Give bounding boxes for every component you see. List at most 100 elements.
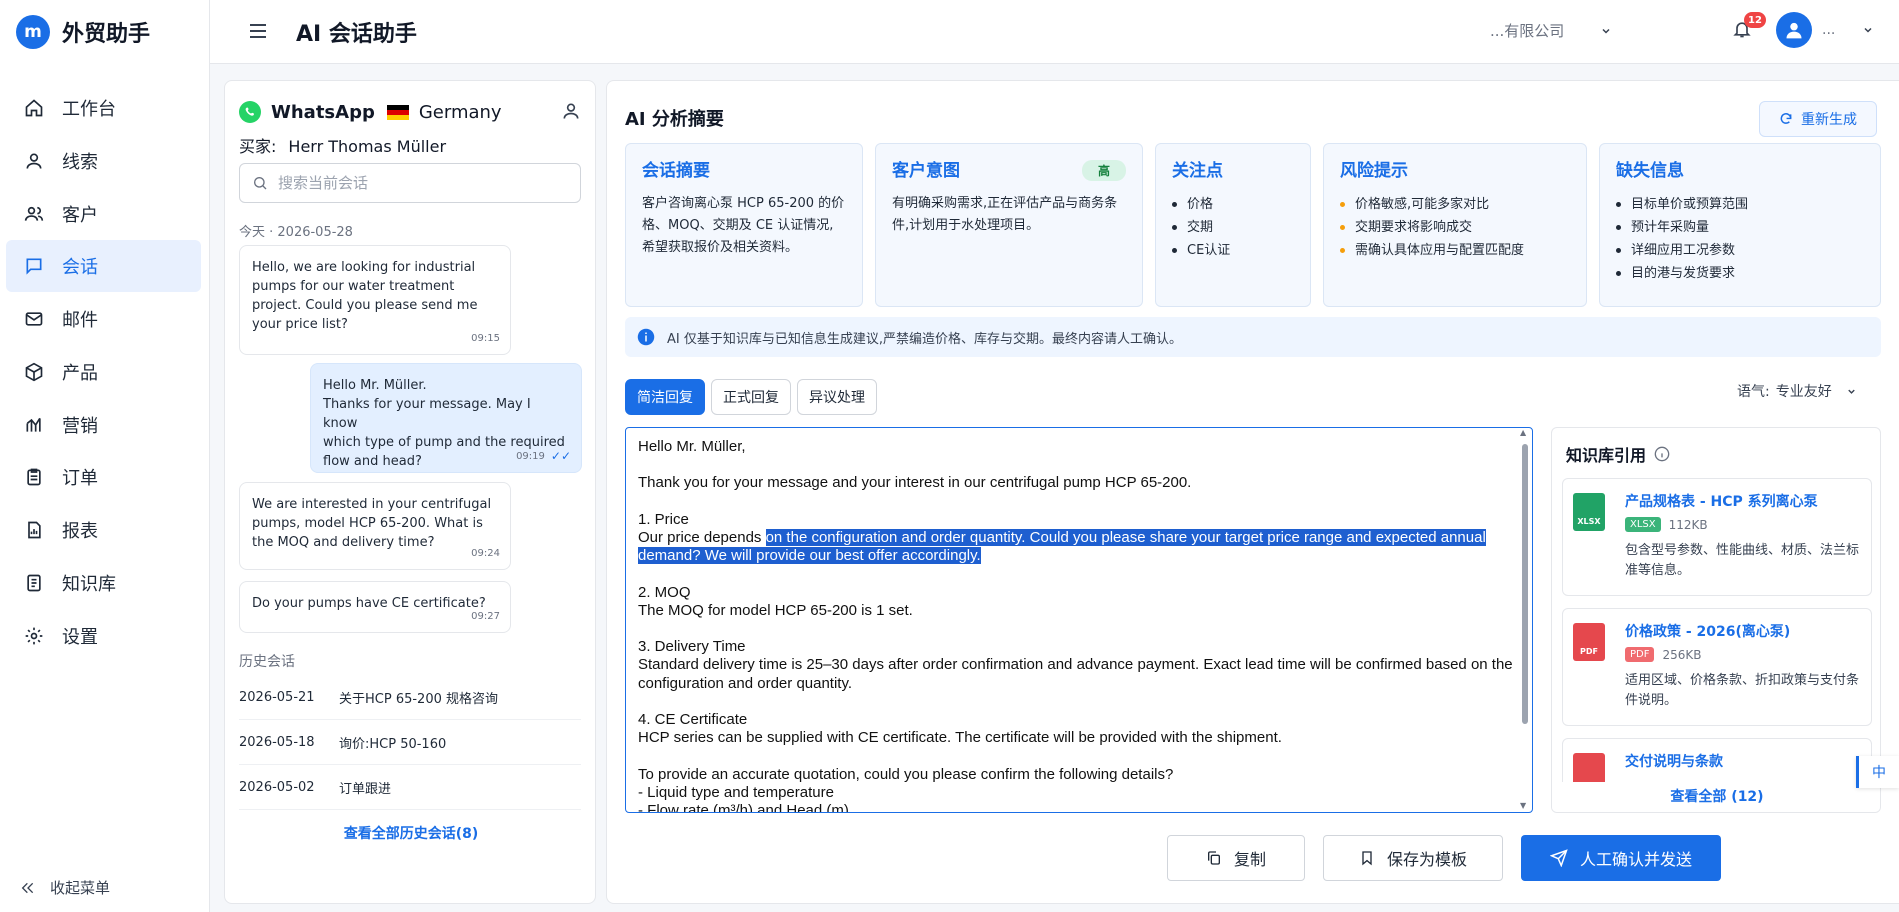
sidebar-item-label: 工作台 [62,99,116,120]
message-bubble-outgoing: Hello Mr. Müller. Thanks for your messag… [310,363,582,473]
sidebar-item-customers[interactable]: 客户 [6,188,201,240]
confirm-send-button[interactable]: 人工确认并发送 [1521,835,1721,881]
focus-card: 关注点 价格 交期 CE认证 [1155,143,1311,307]
history-date: 2026-05-21 [239,689,315,705]
knowledge-panel: 知识库引用 XLSX 产品规格表 - HCP 系列离心泵 XLSX 112KB … [1551,427,1881,813]
sidebar-item-settings[interactable]: 设置 [6,610,201,662]
menu-toggle-button[interactable] [248,22,268,44]
chevron-down-icon [1847,389,1855,394]
missing-item: 目标单价或预算范围 [1616,193,1864,216]
risk-item: 需确认具体应用与配置匹配度 [1340,239,1570,262]
sidebar-item-label: 设置 [62,627,98,648]
pdf-file-icon: PDF [1573,623,1605,661]
top-header: AI 会话助手 ...有限公司 12 ... [210,0,1899,64]
tone-selector[interactable]: 语气: 专业友好 [1737,381,1857,401]
sidebar-item-orders[interactable]: 订单 [6,451,201,503]
history-row[interactable]: 2026-05-02 订单跟进 [239,765,581,810]
copy-button[interactable]: 复制 [1167,835,1305,881]
person-icon [563,103,579,119]
sidebar-item-knowledge[interactable]: 知识库 [6,557,201,609]
brand: m 外贸助手 [0,0,209,64]
language-switch-button[interactable]: 中 [1856,756,1899,788]
card-text: 客户咨询离心泵 HCP 65-200 的价格、MOQ、交期及 CE 认证情况,希… [642,196,845,255]
history-row[interactable]: 2026-05-18 询价:HCP 50-160 [239,720,581,765]
buyer-name: Herr Thomas Müller [288,137,447,156]
selected-text: on the configuration and order quantity.… [638,529,1486,565]
reply-text[interactable]: Hello Mr. Müller, Thank you for your mes… [638,438,1518,812]
company-selector[interactable]: ...有限公司 [1490,20,1612,41]
chart-icon [26,417,41,432]
knowledge-item-meta: PDF 256KB [1625,647,1702,662]
missing-item: 目的港与发货要求 [1616,262,1864,285]
clipboard-icon [27,468,41,486]
history-date: 2026-05-02 [239,779,315,795]
sidebar-item-workbench[interactable]: 工作台 [6,82,201,134]
history-title-text: 订单跟进 [339,781,392,797]
knowledge-item[interactable]: PDF 价格政策 - 2026(离心泵) PDF 256KB 适用区域、价格条款… [1562,608,1872,726]
missing-item: 预计年采购量 [1616,216,1864,239]
conversation-header: WhatsApp Germany [239,101,502,123]
knowledge-item[interactable]: XLSX 产品规格表 - HCP 系列离心泵 XLSX 112KB 包含型号参数… [1562,478,1872,596]
intent-card: 客户意图 高 有明确采购需求,正在评估产品与商务条件,计划用于水处理项目。 [875,143,1143,307]
search-icon [253,177,267,190]
search-input[interactable] [278,174,568,192]
avatar [1776,12,1812,48]
history-title-text: 关于HCP 65-200 规格咨询 [339,691,499,707]
view-all-knowledge-link[interactable]: 查看全部 (12) [1552,782,1880,812]
bookmark-icon [1362,851,1372,866]
notifications-button[interactable]: 12 [1732,12,1766,44]
history-date: 2026-05-18 [239,734,315,750]
card-title: 缺失信息 [1616,161,1684,181]
gear-icon [25,627,43,645]
mail-icon [25,312,43,326]
message-text: We are interested in your centrifugal pu… [252,497,492,550]
collapse-menu-button[interactable]: 收起菜单 [20,877,110,898]
tone-label: 语气: [1737,384,1770,400]
risk-item: 交期要求将影响成交 [1340,216,1570,239]
contact-profile-button[interactable] [561,101,581,125]
sidebar-item-mail[interactable]: 邮件 [6,293,201,345]
sidebar-item-label: 知识库 [62,574,116,595]
ai-notice: AI 仅基于知识库与已知信息生成建议,严禁编造价格、库存与交期。最终内容请人工确… [625,317,1881,357]
xlsx-file-icon: XLSX [1573,493,1605,531]
reply-editor[interactable]: Hello Mr. Müller, Thank you for your mes… [625,427,1533,813]
reply-delivery: 3. Delivery Time Standard delivery time … [638,638,1513,692]
regenerate-button[interactable]: 重新生成 [1759,101,1877,137]
document-icon [27,574,41,592]
collapse-menu-label: 收起菜单 [50,879,111,897]
tab-concise-reply[interactable]: 简洁回复 [625,379,705,415]
copy-label: 复制 [1233,850,1266,869]
analysis-title: AI 分析摘要 [625,109,724,130]
sidebar-item-products[interactable]: 产品 [6,346,201,398]
sidebar-item-label: 报表 [62,521,98,542]
buyer-info: 买家: Herr Thomas Müller [239,133,446,157]
scroll-thumb[interactable] [1522,444,1528,724]
reply-scrollbar[interactable]: ▲ ▼ [1520,428,1530,810]
history-row[interactable]: 2026-05-21 关于HCP 65-200 规格咨询 [239,675,581,720]
sidebar-item-label: 邮件 [62,310,98,331]
tab-objection-handling[interactable]: 异议处理 [797,379,877,415]
save-template-button[interactable]: 保存为模板 [1323,835,1503,881]
box-icon [25,362,43,382]
knowledge-item-name: 产品规格表 - HCP 系列离心泵 [1625,494,1818,510]
sidebar-item-leads[interactable]: 线索 [6,135,201,187]
knowledge-item-meta: XLSX 112KB [1625,517,1708,532]
sidebar-item-conversations[interactable]: 会话 [6,240,201,292]
sidebar-item-marketing[interactable]: 营销 [6,399,201,451]
sidebar-item-reports[interactable]: 报表 [6,504,201,556]
message-text: Hello, we are looking for industrial pum… [252,260,478,332]
chat-icon [26,258,42,275]
view-all-history-link[interactable]: 查看全部历史会话(8) [225,823,597,843]
file-type-tag: XLSX [1625,517,1661,532]
buyer-label: 买家: [239,137,277,156]
save-template-label: 保存为模板 [1386,850,1467,869]
user-menu[interactable]: ... [1776,12,1874,48]
info-icon[interactable] [1654,446,1670,462]
risk-card: 风险提示 价格敏感,可能多家对比 交期要求将影响成交 需确认具体应用与配置匹配度 [1323,143,1587,307]
scroll-down-arrow-icon[interactable]: ▼ [1520,801,1526,810]
tab-formal-reply[interactable]: 正式回复 [711,379,791,415]
reply-ce: 4. CE Certificate HCP series can be supp… [638,711,1282,747]
focus-item: CE认证 [1172,239,1294,262]
scroll-up-arrow-icon[interactable]: ▲ [1520,428,1526,437]
message-bubble-incoming: We are interested in your centrifugal pu… [239,482,511,570]
